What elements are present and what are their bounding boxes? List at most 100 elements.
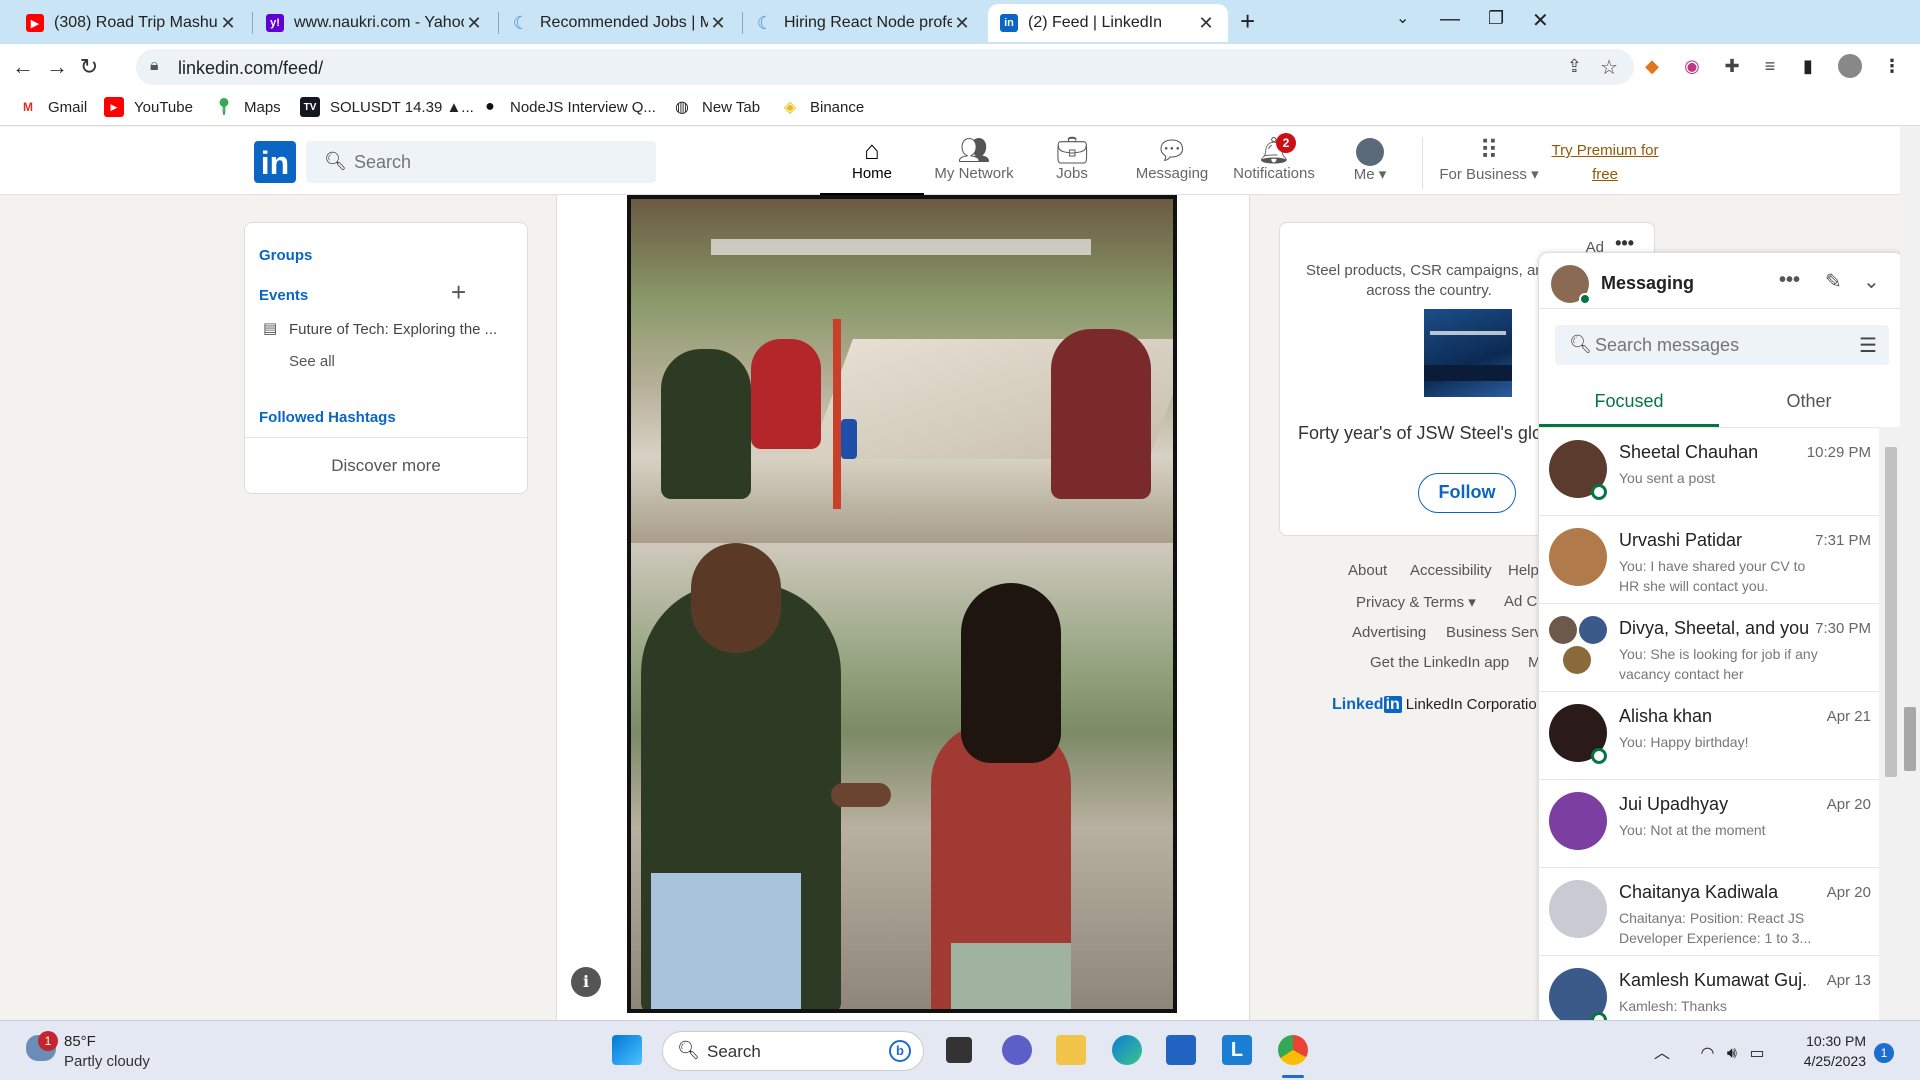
- bookmark-solusdt[interactable]: TV SOLUSDT 14.39 ▲...: [300, 97, 474, 117]
- groups-link[interactable]: Groups: [259, 247, 312, 264]
- scrollbar-thumb[interactable]: [1904, 707, 1916, 771]
- close-icon[interactable]: ✕: [1196, 13, 1216, 34]
- scrollbar-thumb[interactable]: [1885, 447, 1897, 777]
- footer-privacy-link[interactable]: Privacy & Terms ▾: [1356, 593, 1476, 611]
- conversation-item[interactable]: Divya, Sheetal, and you 7:30 PM You: She…: [1539, 604, 1879, 692]
- search-input[interactable]: [354, 149, 644, 175]
- bookmark-newtab[interactable]: ◍ New Tab: [672, 97, 760, 117]
- linkedin-logo[interactable]: in: [254, 141, 296, 183]
- clock[interactable]: 10:30 PM 4/25/2023: [1796, 1031, 1866, 1071]
- notification-count-badge[interactable]: 1: [1874, 1043, 1894, 1063]
- add-event-icon[interactable]: +: [451, 277, 466, 308]
- sidepanel-icon[interactable]: ▮: [1796, 54, 1820, 78]
- battery-icon[interactable]: ▭: [1749, 1045, 1764, 1062]
- bookmark-maps[interactable]: 📍︎ Maps: [214, 97, 281, 117]
- lock-icon[interactable]: 🔒︎: [150, 57, 159, 75]
- profile-avatar[interactable]: [1838, 54, 1862, 78]
- puzzle-icon[interactable]: ✚: [1720, 54, 1744, 78]
- footer-accessibility-link[interactable]: Accessibility: [1410, 562, 1492, 579]
- bing-icon[interactable]: b: [889, 1040, 911, 1062]
- volume-icon[interactable]: 🔊︎: [1727, 1045, 1737, 1062]
- conversation-item[interactable]: Chaitanya Kadiwala Apr 20 Chaitanya: Pos…: [1539, 868, 1879, 956]
- tab-search-icon[interactable]: ⌄: [1396, 8, 1409, 28]
- bookmark-nodejs[interactable]: ● NodeJS Interview Q...: [480, 97, 656, 117]
- follow-button[interactable]: Follow: [1418, 473, 1516, 513]
- chevron-up-icon[interactable]: ︿: [1654, 1045, 1670, 1062]
- tab-linkedin-feed[interactable]: in (2) Feed | LinkedIn ✕: [988, 4, 1228, 42]
- bookmark-gmail[interactable]: M Gmail: [18, 97, 87, 117]
- conversation-item[interactable]: Jui Upadhyay Apr 20 You: Not at the mome…: [1539, 780, 1879, 868]
- close-icon[interactable]: ✕: [464, 13, 484, 34]
- see-all-link[interactable]: See all: [289, 353, 335, 370]
- maximize-button[interactable]: ❐: [1488, 8, 1504, 29]
- info-icon[interactable]: i: [571, 967, 601, 997]
- footer-ad-choices-link[interactable]: Ad Cl: [1504, 593, 1541, 610]
- close-window-button[interactable]: ✕: [1532, 8, 1549, 33]
- wifi-icon[interactable]: ◠: [1700, 1045, 1714, 1062]
- close-icon[interactable]: ✕: [708, 13, 728, 34]
- ad-options-icon[interactable]: •••: [1615, 233, 1634, 254]
- message-search[interactable]: 🔍︎ ☰: [1555, 325, 1889, 365]
- nav-my-network[interactable]: 👥︎ My Network: [924, 135, 1024, 195]
- tab-hiring-react[interactable]: ☾ Hiring React Node professionals ✕: [744, 4, 984, 42]
- edge-icon[interactable]: [1112, 1035, 1142, 1065]
- followed-hashtags-link[interactable]: Followed Hashtags: [259, 409, 396, 426]
- new-tab-button[interactable]: +: [1240, 6, 1255, 37]
- back-button[interactable]: ←: [8, 52, 38, 82]
- footer-business-link[interactable]: Business Servi: [1446, 624, 1545, 641]
- search-messages-input[interactable]: [1595, 333, 1845, 357]
- nav-notifications[interactable]: 🔔︎ Notifications 2: [1222, 133, 1326, 195]
- post-image[interactable]: [627, 195, 1177, 1013]
- nav-me[interactable]: Me ▾: [1330, 135, 1410, 195]
- discover-more-button[interactable]: Discover more: [245, 437, 527, 493]
- l-app-icon[interactable]: L: [1222, 1035, 1252, 1065]
- conversation-item[interactable]: Kamlesh Kumawat Guj... Apr 13 Kamlesh: T…: [1539, 956, 1879, 1021]
- bookmark-youtube[interactable]: ▶ YouTube: [104, 97, 193, 117]
- conversation-item[interactable]: Alisha khan Apr 21 You: Happy birthday!: [1539, 692, 1879, 780]
- media-icon[interactable]: ≡: [1758, 54, 1782, 78]
- extension-icon[interactable]: ◉: [1680, 54, 1704, 78]
- teams-chat-icon[interactable]: [1002, 1035, 1032, 1065]
- nav-messaging[interactable]: 💬︎ Messaging: [1122, 135, 1222, 195]
- file-explorer-icon[interactable]: [1056, 1035, 1086, 1065]
- filter-icon[interactable]: ☰: [1859, 333, 1877, 358]
- close-icon[interactable]: ✕: [952, 13, 972, 34]
- tab-focused[interactable]: Focused: [1539, 383, 1719, 427]
- url-text[interactable]: linkedin.com/feed/: [178, 58, 323, 79]
- start-button[interactable]: [612, 1035, 642, 1065]
- footer-app-link[interactable]: Get the LinkedIn app: [1370, 654, 1509, 671]
- bookmark-binance[interactable]: ◈ Binance: [780, 97, 864, 117]
- chrome-icon[interactable]: [1278, 1035, 1308, 1065]
- events-link[interactable]: Events: [259, 287, 308, 304]
- nav-jobs[interactable]: 💼︎ Jobs: [1024, 135, 1120, 195]
- ad-headline[interactable]: Forty year's of JSW Steel's glo: [1298, 423, 1542, 444]
- chevron-down-icon[interactable]: ⌄: [1863, 269, 1880, 294]
- conversation-item[interactable]: Urvashi Patidar 7:31 PM You: I have shar…: [1539, 516, 1879, 604]
- tab-youtube[interactable]: ▶ (308) Road Trip Mashup 2 | Non- ✕: [14, 4, 250, 42]
- nav-home[interactable]: ⌂ Home: [820, 135, 924, 195]
- task-view-icon[interactable]: [946, 1037, 972, 1063]
- footer-advertising-link[interactable]: Advertising: [1352, 624, 1426, 641]
- page-scrollbar[interactable]: [1900, 127, 1920, 1020]
- event-item[interactable]: Future of Tech: Exploring the ...: [289, 321, 497, 338]
- minimize-button[interactable]: —: [1440, 8, 1460, 31]
- ad-image[interactable]: [1424, 309, 1512, 397]
- metamask-icon[interactable]: ◆: [1640, 54, 1664, 78]
- more-options-icon[interactable]: •••: [1779, 269, 1800, 292]
- omnibox[interactable]: 🔒︎ linkedin.com/feed/ ⇪ ☆: [136, 49, 1634, 85]
- conversation-item[interactable]: Sheetal Chauhan 10:29 PM You sent a post: [1539, 428, 1879, 516]
- footer-about-link[interactable]: About: [1348, 562, 1387, 579]
- system-tray[interactable]: ︿ ◠ 🔊︎ ▭: [1654, 1039, 1765, 1063]
- compose-icon[interactable]: ✎: [1825, 269, 1842, 294]
- tab-recommended-jobs[interactable]: ☾ Recommended Jobs | Mynaukri ✕: [500, 4, 740, 42]
- share-icon[interactable]: ⇪: [1567, 56, 1582, 77]
- messaging-header[interactable]: Messaging ••• ✎ ⌄: [1539, 253, 1903, 309]
- taskbar-search[interactable]: 🔍︎ Search b: [662, 1031, 924, 1071]
- forward-button[interactable]: →: [42, 52, 72, 82]
- store-icon[interactable]: [1166, 1035, 1196, 1065]
- footer-help-link[interactable]: Help: [1508, 562, 1539, 579]
- linkedin-search[interactable]: 🔍︎: [306, 141, 656, 183]
- bookmark-star-icon[interactable]: ☆: [1600, 55, 1618, 80]
- reload-button[interactable]: ↻: [74, 52, 104, 82]
- menu-kebab-icon[interactable]: ⋮: [1880, 54, 1904, 78]
